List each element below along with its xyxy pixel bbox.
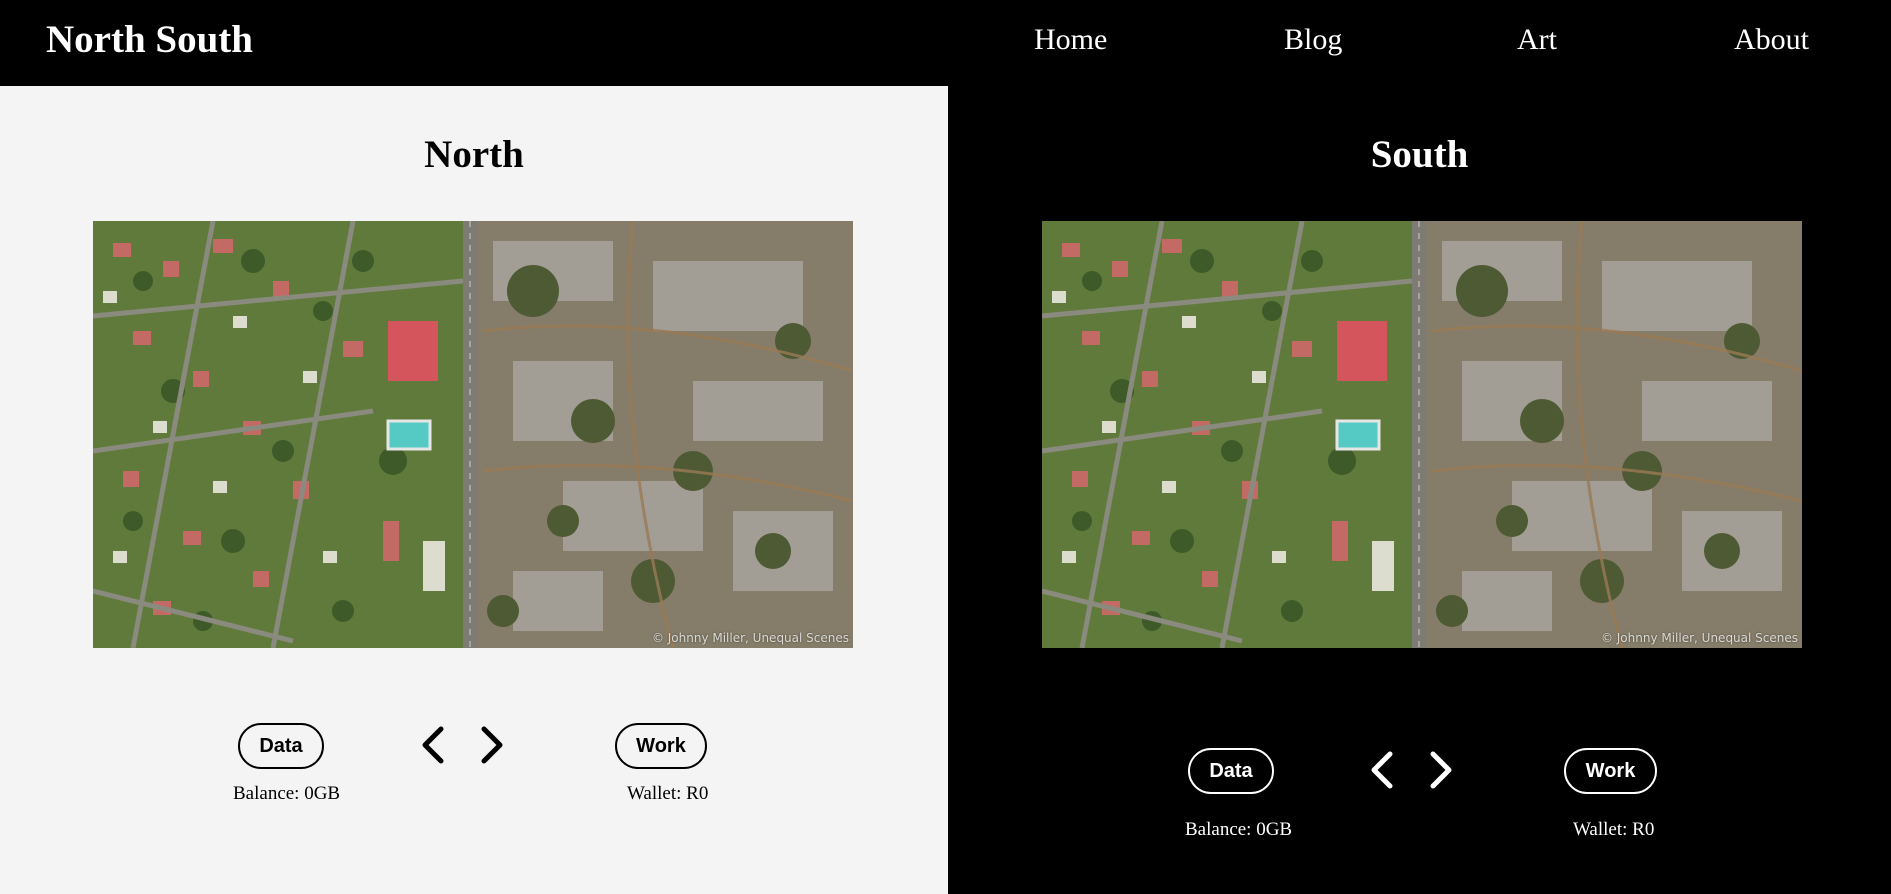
nav-link-blog[interactable]: Blog xyxy=(1284,22,1342,58)
chevron-right-icon xyxy=(1430,751,1452,789)
data-button[interactable]: Data xyxy=(238,723,324,769)
aerial-township-image xyxy=(93,221,853,648)
nav-link-about[interactable]: About xyxy=(1734,22,1809,58)
next-arrow-button[interactable] xyxy=(1428,750,1454,790)
nav-link-art[interactable]: Art xyxy=(1517,22,1557,58)
site-title[interactable]: North South xyxy=(46,18,253,62)
prev-arrow-button[interactable] xyxy=(1369,750,1395,790)
north-heading: North xyxy=(424,133,524,176)
chevron-left-icon xyxy=(422,726,444,764)
photo-credit: © Johnny Miller, Unequal Scenes xyxy=(1600,631,1798,645)
north-aerial-photo: © Johnny Miller, Unequal Scenes xyxy=(93,221,853,648)
balance-text: Balance: 0GB xyxy=(1185,819,1293,840)
south-panel: South © Johnny Miller, Unequal Scenes Da… xyxy=(948,86,1891,894)
south-aerial-photo: © Johnny Miller, Unequal Scenes xyxy=(1042,221,1802,648)
wallet-text: Wallet: R0 xyxy=(627,783,709,804)
balance-text: Balance: 0GB xyxy=(233,783,341,804)
north-panel: North © Johnny Miller, Unequal Scenes Da… xyxy=(0,86,948,894)
prev-arrow-button[interactable] xyxy=(420,725,446,765)
work-button[interactable]: Work xyxy=(615,723,707,769)
data-button[interactable]: Data xyxy=(1188,748,1274,794)
aerial-township-image xyxy=(1042,221,1802,648)
top-nav-bar: North South Home Blog Art About xyxy=(0,0,1891,86)
chevron-left-icon xyxy=(1371,751,1393,789)
work-button[interactable]: Work xyxy=(1564,748,1657,794)
wallet-text: Wallet: R0 xyxy=(1573,819,1655,840)
next-arrow-button[interactable] xyxy=(479,725,505,765)
photo-credit: © Johnny Miller, Unequal Scenes xyxy=(651,631,849,645)
south-heading: South xyxy=(1370,133,1469,176)
nav-link-home[interactable]: Home xyxy=(1034,22,1107,58)
chevron-right-icon xyxy=(481,726,503,764)
